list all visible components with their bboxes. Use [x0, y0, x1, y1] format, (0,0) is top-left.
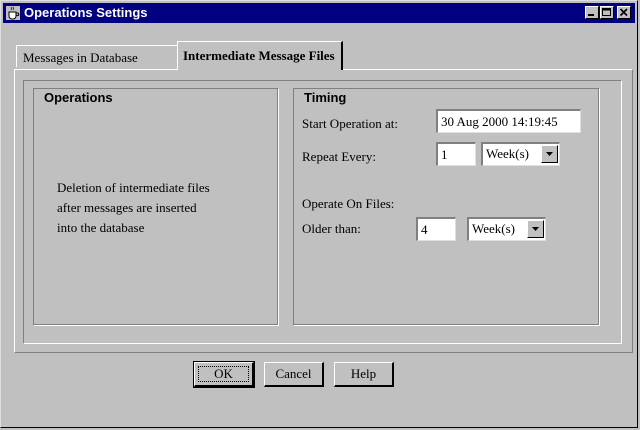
ok-button[interactable]: OK: [193, 361, 255, 388]
minimize-button[interactable]: [585, 6, 599, 19]
cancel-button[interactable]: Cancel: [264, 362, 324, 387]
repeat-unit-dropdown-button[interactable]: [541, 145, 558, 163]
operate-on-files-label: Operate On Files:: [302, 196, 395, 211]
tab-panel: Operations Deletion of intermediate file…: [14, 69, 633, 353]
operations-description: Deletion of intermediate files after mes…: [57, 178, 210, 238]
older-unit-value: Week(s): [472, 221, 515, 236]
tab-label: Messages in Database: [23, 50, 138, 65]
older-unit-select[interactable]: Week(s): [467, 217, 546, 241]
chevron-down-icon: [532, 227, 539, 231]
operations-group: Operations Deletion of intermediate file…: [33, 88, 278, 325]
maximize-button[interactable]: [600, 6, 614, 19]
repeat-unit-select[interactable]: Week(s): [481, 142, 560, 166]
start-operation-input[interactable]: [436, 109, 581, 133]
description-line: after messages are inserted: [57, 200, 197, 215]
description-line: Deletion of intermediate files: [57, 180, 210, 195]
chevron-down-icon: [546, 152, 553, 156]
repeat-every-label: Repeat Every:: [302, 149, 376, 164]
close-button[interactable]: [617, 6, 631, 19]
tab-intermediate-message-files[interactable]: Intermediate Message Files: [177, 41, 343, 70]
tab-messages-in-database[interactable]: Messages in Database: [16, 45, 178, 67]
maximize-icon: [602, 8, 611, 16]
ok-label: OK: [214, 366, 233, 381]
help-button[interactable]: Help: [334, 362, 394, 387]
minimize-icon: [588, 14, 594, 16]
description-line: into the database: [57, 220, 145, 235]
repeat-every-input[interactable]: [436, 142, 476, 166]
window-title: Operations Settings: [24, 5, 148, 20]
timing-group: Timing Start Operation at: Repeat Every:…: [293, 88, 599, 325]
older-than-label: Older than:: [302, 221, 361, 236]
older-unit-dropdown-button[interactable]: [527, 220, 544, 238]
start-operation-label: Start Operation at:: [302, 116, 399, 131]
close-icon: [619, 8, 628, 17]
operations-title: Operations: [44, 90, 113, 105]
java-coffee-icon: [6, 6, 20, 20]
repeat-unit-value: Week(s): [486, 146, 529, 161]
operations-settings-window: Operations Settings Messages in Database…: [0, 0, 638, 428]
tab-label: Intermediate Message Files: [183, 48, 335, 63]
cancel-label: Cancel: [275, 366, 312, 381]
tab-content: Operations Deletion of intermediate file…: [23, 80, 622, 344]
title-bar[interactable]: Operations Settings: [3, 3, 635, 23]
timing-title: Timing: [304, 90, 347, 105]
older-than-input[interactable]: [416, 217, 456, 241]
help-label: Help: [350, 366, 377, 381]
